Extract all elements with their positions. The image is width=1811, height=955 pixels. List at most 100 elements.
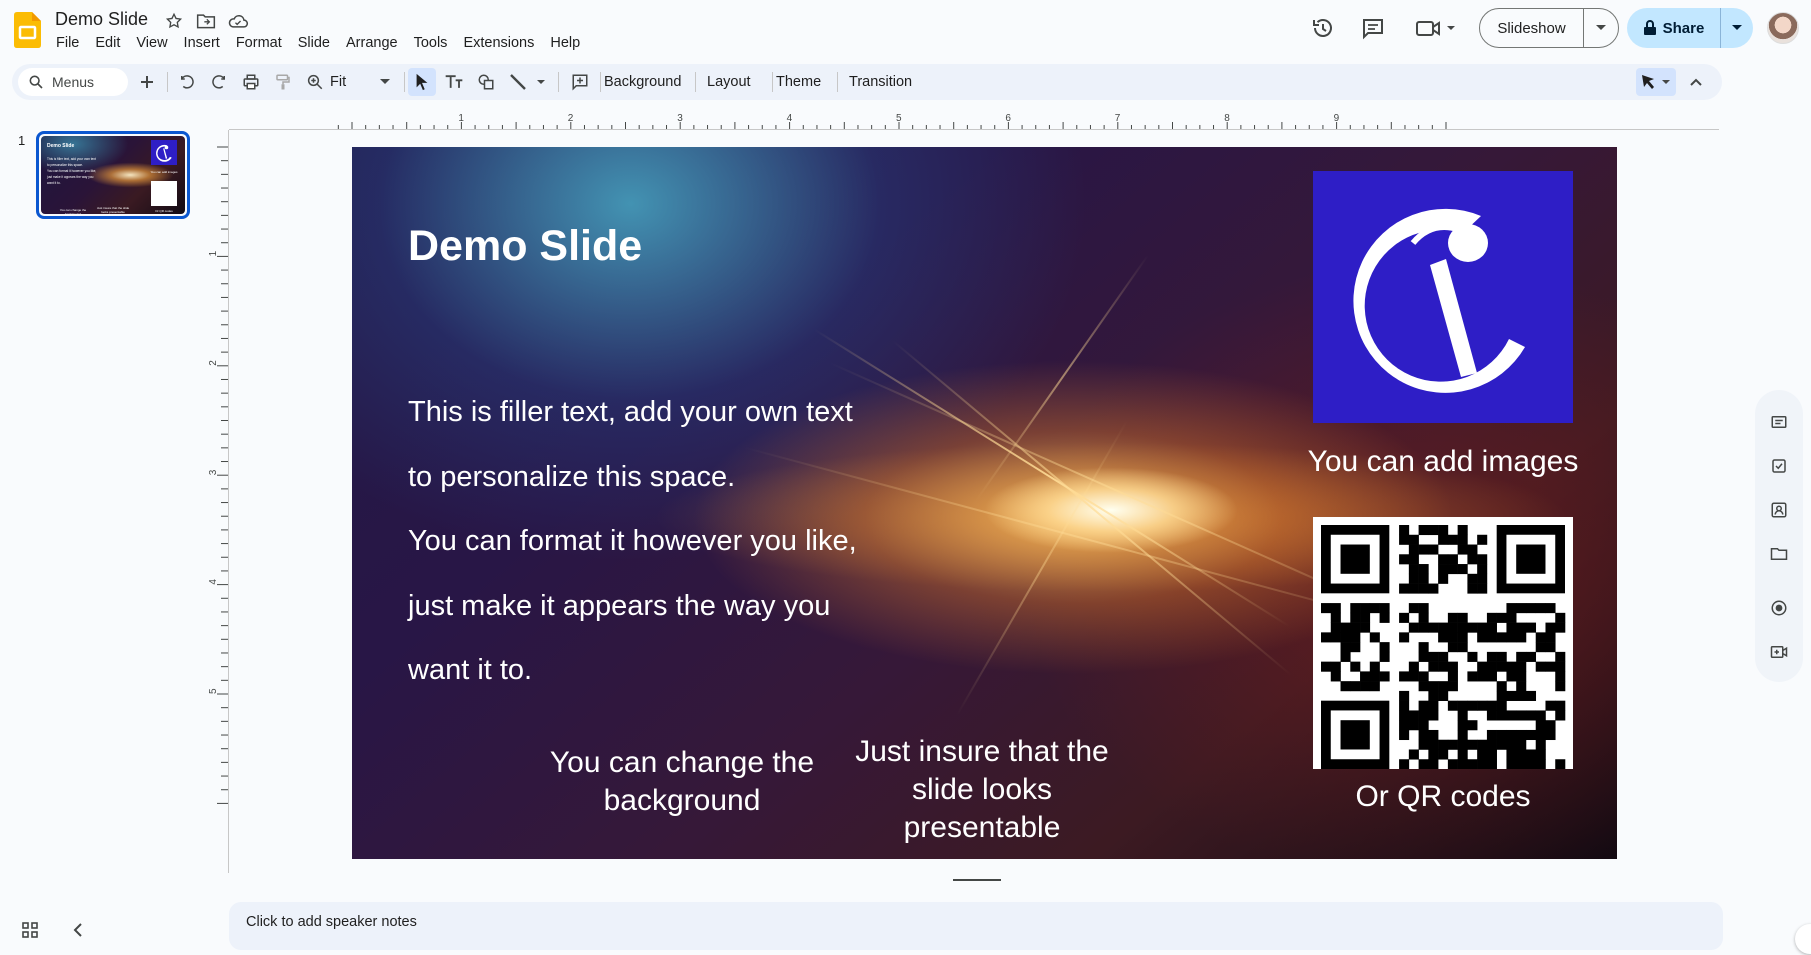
- qr-module: [1516, 690, 1527, 701]
- menu-edit[interactable]: Edit: [87, 33, 128, 53]
- slideshow-button[interactable]: Slideshow: [1479, 8, 1619, 48]
- select-tool-icon[interactable]: [408, 68, 436, 96]
- transition-button[interactable]: Transition: [845, 68, 916, 96]
- slideshow-label[interactable]: Slideshow: [1480, 9, 1584, 47]
- shape-icon[interactable]: [472, 68, 500, 96]
- qr-module: [1350, 622, 1361, 633]
- grid-view-icon[interactable]: [18, 918, 42, 942]
- qr-module: [1477, 700, 1488, 711]
- zoom-select[interactable]: Fit: [324, 68, 396, 96]
- notes-resize-handle[interactable]: [953, 879, 1001, 881]
- qr-module: [1467, 720, 1478, 731]
- slide-thumbnail[interactable]: Demo Slide This is filler text, add your…: [36, 131, 190, 219]
- menu-view[interactable]: View: [128, 33, 175, 53]
- qr-module: [1399, 710, 1410, 721]
- show-side-panel-button[interactable]: [1795, 924, 1811, 954]
- qr-module: [1555, 710, 1566, 721]
- star-icon[interactable]: [162, 10, 186, 32]
- cloud-saved-icon[interactable]: [226, 10, 250, 32]
- theme-button[interactable]: Theme: [772, 68, 825, 96]
- tasks-icon[interactable]: [1767, 454, 1791, 478]
- redo-icon[interactable]: [205, 68, 233, 96]
- menu-insert[interactable]: Insert: [176, 33, 228, 53]
- slide-body-text[interactable]: This is filler text, add your own text t…: [408, 392, 928, 715]
- slides-logo-icon[interactable]: [14, 12, 41, 48]
- qr-module: [1525, 749, 1537, 760]
- qr-module: [1535, 749, 1546, 760]
- menu-help[interactable]: Help: [542, 33, 588, 53]
- undo-icon[interactable]: [173, 68, 201, 96]
- qr-module: [1506, 612, 1517, 623]
- add-comment-icon[interactable]: [566, 68, 594, 96]
- qr-code-image[interactable]: [1313, 517, 1573, 770]
- menu-file[interactable]: File: [48, 33, 87, 53]
- ruler-label: 6: [1005, 113, 1011, 124]
- move-to-folder-icon[interactable]: [194, 10, 218, 32]
- qr-module: [1555, 681, 1566, 692]
- qr-module: [1428, 583, 1439, 594]
- qr-module: [1467, 671, 1478, 682]
- qr-code-icon: [1321, 525, 1566, 770]
- logo-image[interactable]: [1313, 171, 1573, 423]
- collapse-toolbar-icon[interactable]: [1682, 68, 1710, 96]
- qr-module: [1379, 612, 1390, 623]
- background-button[interactable]: Background: [600, 68, 685, 96]
- document-title[interactable]: Demo Slide: [55, 9, 148, 30]
- qr-module: [1506, 622, 1517, 633]
- video-add-icon[interactable]: [1767, 640, 1791, 664]
- collapse-filmstrip-icon[interactable]: [66, 918, 90, 942]
- qr-module: [1516, 661, 1527, 672]
- qr-module: [1506, 661, 1517, 672]
- qr-module: [1360, 612, 1371, 623]
- menu-format[interactable]: Format: [228, 33, 290, 53]
- qr-module: [1408, 534, 1419, 545]
- avatar[interactable]: [1767, 12, 1799, 44]
- history-icon[interactable]: [1309, 14, 1337, 42]
- caption-images[interactable]: You can add images: [1277, 443, 1609, 481]
- qr-module: [1516, 710, 1527, 721]
- speaker-notes[interactable]: Click to add speaker notes: [229, 902, 1723, 950]
- qr-module: [1535, 661, 1546, 672]
- qr-module: [1457, 710, 1468, 721]
- qr-module: [1350, 603, 1361, 614]
- paint-format-icon[interactable]: [269, 68, 297, 96]
- share-button[interactable]: Share: [1627, 8, 1753, 48]
- menu-slide[interactable]: Slide: [290, 33, 338, 53]
- menu-tools[interactable]: Tools: [406, 33, 456, 53]
- toolbar-divider: [558, 72, 559, 92]
- print-icon[interactable]: [237, 68, 265, 96]
- vertical-ruler[interactable]: 1 2 3 4 5: [205, 130, 229, 873]
- qr-module: [1555, 661, 1566, 672]
- contacts-icon[interactable]: [1767, 498, 1791, 522]
- qr-module: [1399, 700, 1410, 711]
- menu-arrange[interactable]: Arrange: [338, 33, 406, 53]
- layout-button[interactable]: Layout: [703, 68, 755, 96]
- qr-module: [1399, 729, 1410, 741]
- share-label-wrap[interactable]: Share: [1627, 8, 1721, 48]
- slide[interactable]: Demo Slide This is filler text, add your…: [352, 147, 1617, 859]
- qr-module: [1457, 564, 1468, 575]
- new-slide-icon[interactable]: [133, 68, 161, 96]
- menu-extensions[interactable]: Extensions: [455, 33, 542, 53]
- qr-module: [1467, 573, 1478, 584]
- qr-module: [1525, 603, 1537, 614]
- comments-icon[interactable]: [1359, 14, 1387, 42]
- line-tool-icon[interactable]: [506, 68, 552, 96]
- qr-module: [1340, 544, 1370, 574]
- text-box-icon[interactable]: [440, 68, 468, 96]
- caption-qr[interactable]: Or QR codes: [1277, 778, 1609, 816]
- record-icon[interactable]: [1767, 596, 1791, 620]
- input-tools-icon[interactable]: [1636, 68, 1676, 96]
- folder-icon[interactable]: [1767, 542, 1791, 566]
- slide-title[interactable]: Demo Slide: [408, 222, 642, 271]
- slideshow-dropdown-icon[interactable]: [1584, 9, 1618, 47]
- caption-background[interactable]: You can change the background: [522, 744, 842, 820]
- qr-module: [1506, 759, 1517, 770]
- keep-icon[interactable]: [1767, 410, 1791, 434]
- ruler-label: 3: [208, 469, 219, 475]
- caption-presentable[interactable]: Just insure that the slide looks present…: [832, 733, 1132, 847]
- search-menus-input[interactable]: Menus: [18, 68, 128, 96]
- horizontal-ruler[interactable]: 1 2 3 4 5 6 7 8 9: [229, 112, 1719, 130]
- share-dropdown-icon[interactable]: [1721, 8, 1753, 48]
- meet-icon[interactable]: [1414, 14, 1460, 42]
